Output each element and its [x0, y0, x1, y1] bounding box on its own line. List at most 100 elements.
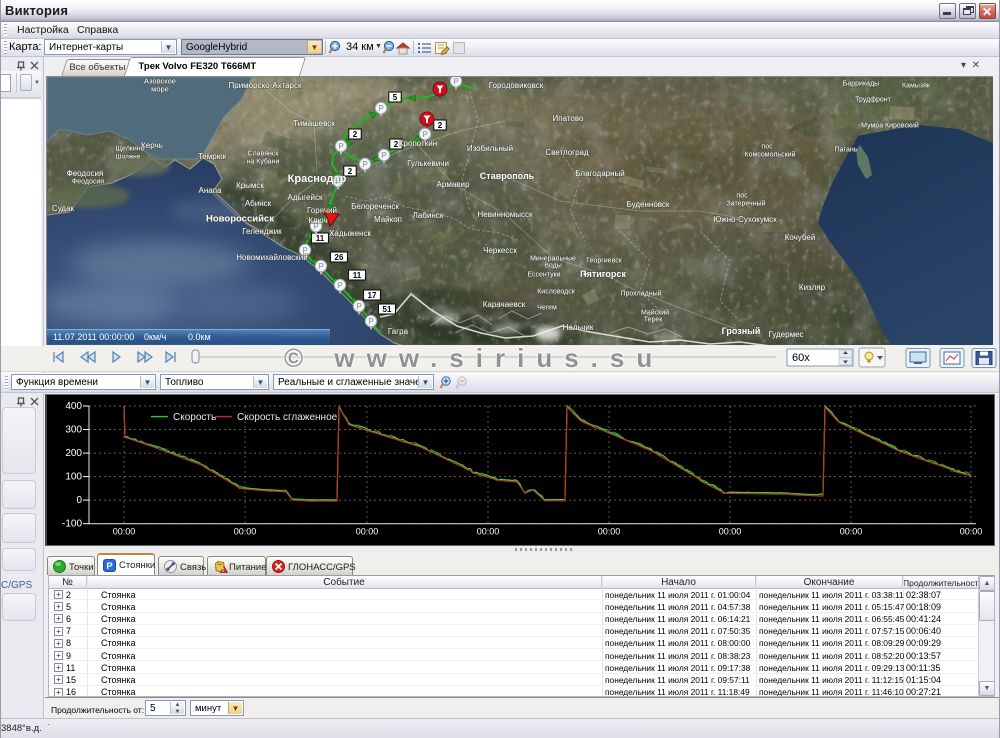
svg-text:Майский: Майский: [641, 308, 669, 316]
svg-text:51: 51: [383, 305, 392, 314]
svg-text:-100: -100: [62, 519, 82, 530]
svg-text:P: P: [338, 142, 344, 151]
svg-text:Черкесск: Черкесск: [483, 246, 517, 255]
svg-text:00:00: 00:00: [719, 527, 742, 537]
svg-text:00:00: 00:00: [477, 527, 500, 537]
svg-text:Минеральные: Минеральные: [530, 255, 576, 262]
svg-text:Комсомольский: Комсомольский: [745, 150, 796, 158]
svg-text:Геленджик: Геленджик: [242, 227, 282, 236]
svg-text:0: 0: [76, 495, 82, 506]
svg-text:Кочубей: Кочубей: [785, 233, 816, 242]
svg-text:!: !: [222, 567, 224, 573]
svg-text:Затеречный: Затеречный: [727, 199, 766, 207]
svg-text:00:00: 00:00: [113, 527, 136, 537]
svg-text:Тимашевск: Тимашевск: [293, 119, 335, 128]
svg-text:Мумра Кировский: Мумра Кировский: [861, 121, 919, 129]
svg-text:Воды: Воды: [544, 262, 562, 269]
svg-text:11: 11: [353, 271, 362, 280]
svg-text:2: 2: [353, 130, 358, 139]
svg-text:Невинномысск: Невинномысск: [478, 210, 533, 219]
svg-text:Гагра: Гагра: [388, 327, 409, 336]
svg-text:200: 200: [65, 448, 82, 459]
svg-text:Прохладный: Прохладный: [620, 289, 661, 297]
svg-text:Скорость сглаженное: Скорость сглаженное: [237, 412, 338, 423]
svg-text:Светлоград: Светлоград: [545, 148, 589, 157]
svg-text:Пагань: Пагань: [835, 146, 858, 153]
svg-text:Скорость: Скорость: [173, 412, 216, 423]
svg-text:2: 2: [438, 121, 443, 130]
svg-text:P: P: [381, 151, 387, 160]
svg-text:Южно-Сухокумск: Южно-Сухокумск: [713, 215, 777, 224]
svg-text:Новомихайловский: Новомихайловский: [236, 253, 307, 262]
svg-text:P: P: [106, 561, 113, 572]
svg-text:P: P: [368, 317, 374, 326]
svg-text:00:00: 00:00: [840, 527, 863, 537]
svg-text:5: 5: [393, 93, 398, 102]
svg-text:Армавир: Армавир: [437, 180, 470, 189]
svg-text:Трудфронт: Трудфронт: [855, 96, 891, 103]
svg-text:Горячий: Горячий: [307, 206, 337, 215]
svg-text:Кизляр: Кизляр: [799, 283, 826, 292]
svg-text:Феодосия: Феодосия: [72, 178, 104, 185]
svg-text:Баррикады: Баррикады: [843, 80, 879, 87]
svg-text:Ипатово: Ипатово: [553, 114, 585, 123]
svg-text:Адыгейск: Адыгейск: [288, 193, 323, 202]
svg-text:Славянск: Славянск: [248, 150, 280, 157]
svg-text:00:00: 00:00: [234, 527, 257, 537]
svg-text:Пятигорск: Пятигорск: [580, 269, 626, 279]
svg-text:Краснодар: Краснодар: [288, 173, 347, 185]
svg-text:Белореченск: Белореченск: [351, 202, 399, 211]
svg-text:P: P: [356, 302, 362, 311]
svg-text:Терек: Терек: [644, 316, 664, 323]
svg-text:Шолжне: Шолжне: [116, 153, 141, 160]
svg-text:17: 17: [368, 291, 377, 300]
svg-text:Кисловодск: Кисловодск: [537, 288, 576, 295]
svg-text:P: P: [362, 160, 368, 169]
svg-text:11: 11: [316, 234, 325, 243]
svg-text:Ключ: Ключ: [308, 216, 327, 225]
svg-text:Нальчик: Нальчик: [563, 323, 594, 332]
svg-text:на Кубани: на Кубани: [247, 157, 280, 165]
svg-text:Судак: Судак: [52, 204, 75, 213]
svg-text:Ессентуки: Ессентуки: [527, 271, 560, 278]
svg-text:Буденновск: Буденновск: [627, 200, 670, 209]
svg-text:Ставрополь: Ставрополь: [480, 171, 535, 181]
svg-text:Темрюк: Темрюк: [198, 152, 227, 161]
svg-text:пос: пос: [761, 143, 773, 150]
svg-text:Майкоп: Майкоп: [374, 215, 402, 224]
svg-text:Гулькевичи: Гулькевичи: [407, 159, 449, 168]
svg-text:26: 26: [335, 253, 344, 262]
svg-text:300: 300: [65, 425, 82, 436]
svg-text:P: P: [318, 262, 324, 271]
svg-text:Крымск: Крымск: [236, 181, 264, 190]
svg-text:00:00: 00:00: [598, 527, 621, 537]
svg-text:Приморско-Ахтарск: Приморско-Ахтарск: [229, 81, 302, 90]
svg-text:2: 2: [348, 167, 353, 176]
svg-text:400: 400: [65, 401, 82, 412]
svg-text:Гудермес: Гудермес: [768, 330, 803, 339]
svg-text:100: 100: [65, 472, 82, 483]
svg-text:Абинск: Абинск: [245, 199, 272, 208]
svg-text:Георгиевск: Георгиевск: [586, 257, 622, 264]
svg-text:Грозный: Грозный: [722, 326, 761, 336]
svg-text:P: P: [453, 77, 459, 86]
svg-text:P: P: [378, 104, 384, 113]
svg-text:Камызяк: Камызяк: [902, 82, 931, 89]
svg-text:Щелкино: Щелкино: [115, 145, 144, 152]
svg-text:Новороссийск: Новороссийск: [206, 213, 274, 224]
svg-text:00:00: 00:00: [356, 527, 379, 537]
svg-text:Анапа: Анапа: [199, 186, 223, 195]
svg-text:60x: 60x: [792, 352, 810, 364]
svg-text:море: море: [151, 85, 169, 94]
svg-text:00:00: 00:00: [960, 527, 983, 537]
svg-text:P: P: [422, 130, 428, 139]
svg-text:Кропоткин: Кропоткин: [399, 139, 437, 148]
svg-text:пос: пос: [736, 192, 748, 199]
svg-text:Чегем: Чегем: [537, 304, 557, 311]
svg-text:Хадыженск: Хадыженск: [329, 229, 371, 238]
svg-text:Благодарный: Благодарный: [575, 169, 625, 178]
svg-text:Городовиковск: Городовиковск: [489, 81, 544, 90]
svg-text:Феодосия: Феодосия: [67, 169, 104, 178]
svg-text:Лабинск: Лабинск: [413, 211, 444, 220]
svg-text:Изобильный: Изобильный: [467, 144, 513, 153]
